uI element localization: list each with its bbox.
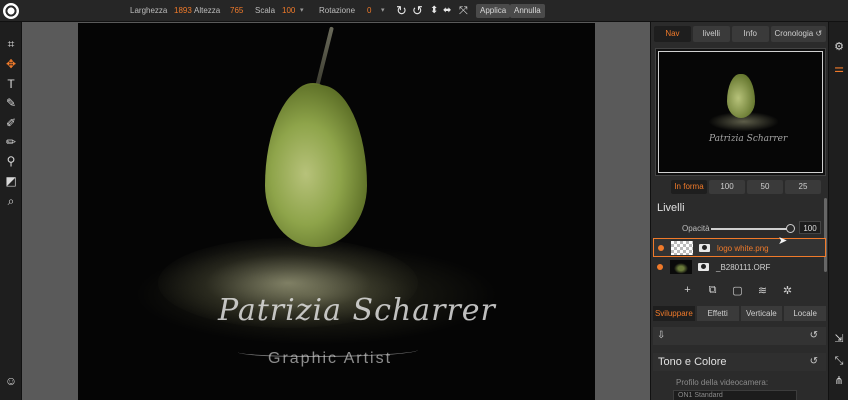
navigator-preview[interactable]: Patrizia Scharrer xyxy=(655,48,826,176)
opacity-slider[interactable] xyxy=(711,224,795,233)
pear-stem xyxy=(314,26,334,92)
scale-label: Scala xyxy=(255,6,276,15)
pear-body xyxy=(265,85,367,247)
cancel-button[interactable]: Annulla xyxy=(510,4,545,18)
eraser-icon[interactable]: ◩ xyxy=(3,173,19,189)
browse-icon[interactable]: ⚙ xyxy=(832,40,846,54)
tab-layers[interactable]: livelli xyxy=(692,26,730,42)
width-input[interactable]: 1893 xyxy=(174,6,192,15)
develop-tabs: Sviluppare Effetti Verticale Locale xyxy=(653,306,826,321)
layer-settings-icon[interactable]: ✲ xyxy=(781,284,794,297)
logo-subtitle[interactable]: Graphic Artist xyxy=(268,350,392,368)
user-icon[interactable]: ☺ xyxy=(3,373,19,389)
app-logo-icon xyxy=(3,3,19,19)
module-strip: ⚙ ⚌ ⇲ ⤡ ⋔ xyxy=(828,22,848,400)
layer-visibility-dot[interactable] xyxy=(657,264,663,270)
tab-effects[interactable]: Effetti xyxy=(696,306,739,321)
new-mask-icon[interactable]: ▢ xyxy=(731,284,744,297)
navigator-pear xyxy=(727,74,755,118)
fit-icon[interactable]: ⤧ xyxy=(459,3,468,19)
right-panel: Nav livelli Info Cronologia ↺ Patrizia S… xyxy=(650,22,828,400)
scale-input[interactable]: 100 xyxy=(282,6,295,15)
tone-reset-icon[interactable]: ↺ xyxy=(810,356,818,367)
brush-icon[interactable]: ✎ xyxy=(3,95,19,111)
logo-signature[interactable]: Patrizia Scharrer xyxy=(218,293,496,328)
rotation-label: Rotazione xyxy=(319,6,356,15)
layer-mask-icon[interactable] xyxy=(698,263,709,271)
rotation-input[interactable]: 0 xyxy=(367,6,371,15)
opacity-input[interactable]: 100 xyxy=(799,221,821,234)
zoom-icon[interactable]: ⌕ xyxy=(3,193,19,209)
width-label: Larghezza xyxy=(130,6,168,15)
layer-visibility-dot[interactable] xyxy=(658,245,664,251)
tool-bar: ⌗ ✥ T ✎ ✐ ✏ ⚲ ◩ ⌕ ☺ xyxy=(0,22,22,400)
tab-develop[interactable]: Sviluppare xyxy=(653,306,695,321)
adjust-icon[interactable]: ⚌ xyxy=(832,62,846,76)
share-icon[interactable]: ⋔ xyxy=(832,374,846,388)
tab-nav[interactable]: Nav xyxy=(654,26,691,42)
zoom-presets: In forma 100 50 25 xyxy=(671,180,821,194)
layer-name: _B280111.ORF xyxy=(716,263,771,272)
resize-icon[interactable]: ⤡ xyxy=(832,354,846,368)
apply-button[interactable]: Applica xyxy=(476,4,511,18)
photo-canvas[interactable]: Patrizia Scharrer Graphic Artist xyxy=(78,23,595,400)
zoom-100-button[interactable]: 100 xyxy=(709,180,745,194)
tab-info[interactable]: Info xyxy=(731,26,769,42)
flip-vertical-icon[interactable]: ⬍ xyxy=(430,3,438,19)
tone-color-title: Tono e Colore xyxy=(658,356,727,368)
layer-name: logo white.png xyxy=(717,244,769,253)
move-icon[interactable]: ✥ xyxy=(3,56,19,72)
tone-color-header[interactable]: Tono e Colore ↺ xyxy=(653,353,826,371)
navigator-signature: Patrizia Scharrer xyxy=(709,134,788,144)
zoom-25-button[interactable]: 25 xyxy=(785,180,821,194)
zoom-fit-button[interactable]: In forma xyxy=(671,180,707,194)
layers-title: Livelli xyxy=(657,202,685,214)
layer-thumbnail xyxy=(670,260,692,274)
camera-profile-label: Profilo della videocamera: xyxy=(676,378,769,387)
merge-layers-icon[interactable]: ≋ xyxy=(756,284,769,297)
mask-brush-icon[interactable]: ✏ xyxy=(3,134,19,150)
export-icon[interactable]: ⇩ xyxy=(657,330,665,341)
rotate-cw-icon[interactable]: ↻ xyxy=(396,3,407,19)
text-icon[interactable]: T xyxy=(3,76,19,92)
duplicate-layer-icon[interactable]: ⧉ xyxy=(706,284,719,297)
rotate-ccw-icon[interactable]: ↺ xyxy=(412,3,423,19)
develop-reset-icon[interactable]: ↺ xyxy=(810,330,818,341)
tab-history-label: Cronologia xyxy=(774,29,814,38)
flip-horizontal-icon[interactable]: ⬌ xyxy=(443,3,451,19)
panel-tabs: Nav livelli Info Cronologia ↺ xyxy=(654,26,826,42)
tab-local[interactable]: Locale xyxy=(784,306,826,321)
layer-row[interactable]: logo white.png xyxy=(653,238,826,257)
layer-actions: + ⧉ ▢ ≋ ✲ xyxy=(681,284,794,297)
zoom-50-button[interactable]: 50 xyxy=(747,180,783,194)
height-input[interactable]: 765 xyxy=(230,6,243,15)
add-layer-icon[interactable]: + xyxy=(681,284,694,297)
opacity-slider-knob[interactable] xyxy=(786,224,795,233)
canvas-area[interactable]: Patrizia Scharrer Graphic Artist xyxy=(22,22,650,400)
tab-history[interactable]: Cronologia ↺ xyxy=(770,26,826,42)
top-toolbar: Larghezza 1893 Altezza 765 Scala 100 ▾ R… xyxy=(0,0,848,22)
retouch-icon[interactable]: ✐ xyxy=(3,115,19,131)
navigator-viewport[interactable]: Patrizia Scharrer xyxy=(658,51,823,173)
height-label: Altezza xyxy=(194,6,221,15)
layer-thumbnail xyxy=(671,241,693,255)
develop-toolbar: ⇩ ↺ xyxy=(653,327,826,345)
opacity-slider-fill xyxy=(711,228,791,230)
crop-icon[interactable]: ⌗ xyxy=(3,36,19,52)
opacity-label: Opacità xyxy=(682,224,710,233)
scale-dropdown-icon[interactable]: ▾ xyxy=(300,6,304,14)
history-reset-icon[interactable]: ↺ xyxy=(815,29,822,38)
mouse-pointer-icon: ➤ xyxy=(778,235,788,247)
refine-brush-icon[interactable]: ⚲ xyxy=(3,153,19,169)
tab-portrait[interactable]: Verticale xyxy=(740,306,783,321)
rotation-dropdown-icon[interactable]: ▾ xyxy=(381,6,385,14)
camera-profile-select[interactable]: ON1 Standard xyxy=(673,390,797,400)
layer-mask-icon[interactable] xyxy=(699,244,710,252)
export-window-icon[interactable]: ⇲ xyxy=(832,332,846,346)
layer-row[interactable]: _B280111.ORF xyxy=(653,258,826,277)
